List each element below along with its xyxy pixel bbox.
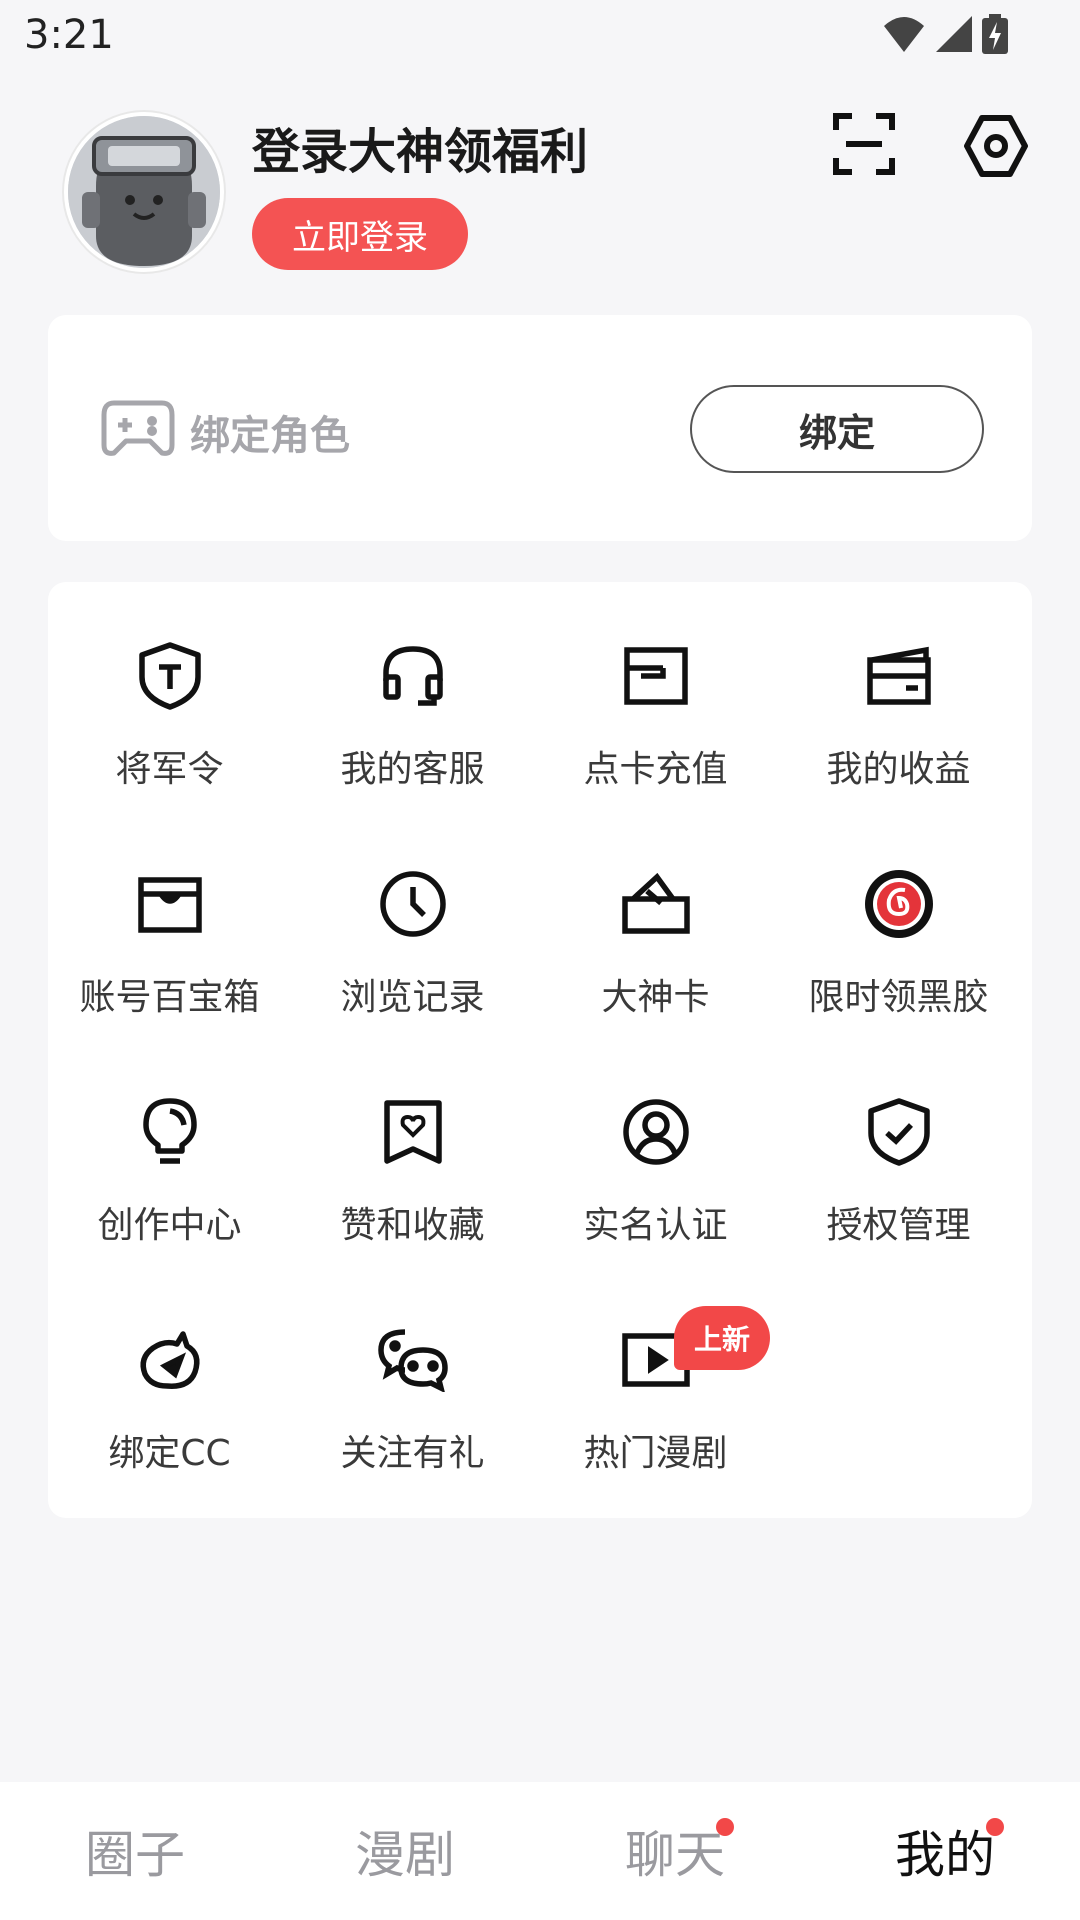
avatar[interactable] xyxy=(64,112,224,272)
menu-label: 账号百宝箱 xyxy=(79,977,260,1018)
menu-item-my-earnings[interactable]: 我的收益 xyxy=(777,638,1020,866)
menu-item-hot-comic-drama[interactable]: 上新 热门漫剧 xyxy=(534,1306,777,1550)
signal-icon xyxy=(936,16,972,52)
status-bar: 3:21 xyxy=(0,0,1080,74)
card-ticket-icon xyxy=(621,873,690,934)
tab-label: 聊天 xyxy=(625,1826,725,1884)
menu-label: 赞和收藏 xyxy=(340,1205,485,1246)
bind-role-label: 绑定角色 xyxy=(190,413,350,459)
menu-label: 绑定CC xyxy=(108,1433,231,1474)
menu-item-authorization-management[interactable]: 授权管理 xyxy=(777,1094,1020,1322)
tab-circle[interactable]: 圈子 xyxy=(0,1782,270,1920)
unread-dot xyxy=(716,1818,734,1836)
tab-label: 我的 xyxy=(895,1826,995,1884)
menu-card: 将军令 我的客服 点卡充值 我的收益 账号百宝箱 浏览记录 大神卡 限时领黑胶 … xyxy=(48,582,1032,1518)
menu-label: 关注有礼 xyxy=(340,1433,485,1474)
user-circle-icon xyxy=(622,1099,689,1165)
shield-check-icon xyxy=(867,1098,930,1166)
menu-item-bind-cc[interactable]: 绑定CC xyxy=(48,1322,291,1550)
bind-button[interactable]: 绑定 xyxy=(690,385,984,473)
robot-avatar-icon xyxy=(68,116,220,268)
cc-bird-icon xyxy=(140,1331,199,1389)
menu-label: 实名认证 xyxy=(583,1205,728,1246)
menu-item-creator-center[interactable]: 创作中心 xyxy=(48,1094,291,1322)
menu-label: 浏览记录 xyxy=(340,977,485,1018)
menu-label: 大神卡 xyxy=(601,977,710,1018)
gamepad-icon xyxy=(101,400,175,456)
bookmark-heart-icon xyxy=(383,1100,442,1164)
menu-label: 点卡充值 xyxy=(583,749,728,790)
clock-icon xyxy=(379,871,446,937)
menu-item-follow-gift[interactable]: 关注有礼 xyxy=(291,1322,534,1550)
menu-item-likes-favorites[interactable]: 赞和收藏 xyxy=(291,1094,534,1322)
menu-item-browse-history[interactable]: 浏览记录 xyxy=(291,866,534,1094)
login-title: 登录大神领福利 xyxy=(252,124,589,180)
tab-label: 漫剧 xyxy=(355,1826,455,1884)
status-icons xyxy=(882,14,1008,54)
new-badge: 上新 xyxy=(674,1306,771,1370)
menu-label: 我的客服 xyxy=(340,749,485,790)
menu-label: 创作中心 xyxy=(97,1205,242,1246)
menu-item-real-name-verification[interactable]: 实名认证 xyxy=(534,1094,777,1322)
tab-chat[interactable]: 聊天 xyxy=(540,1782,810,1920)
tab-label: 圈子 xyxy=(85,1826,185,1884)
menu-label: 授权管理 xyxy=(826,1205,971,1246)
card-recharge-icon xyxy=(623,647,688,705)
menu-item-dashen-card[interactable]: 大神卡 xyxy=(534,866,777,1094)
unread-dot xyxy=(986,1818,1004,1836)
tab-mine[interactable]: 我的 xyxy=(810,1782,1080,1920)
netease-music-icon xyxy=(864,870,933,938)
shield-t-icon xyxy=(138,642,201,710)
scan-icon xyxy=(833,113,895,175)
wechat-icon xyxy=(377,1329,448,1392)
battery-icon xyxy=(982,14,1008,54)
wifi-icon xyxy=(884,17,924,52)
menu-item-vinyl[interactable]: 限时领黑胶 xyxy=(777,866,1020,1094)
settings-button[interactable] xyxy=(962,112,1030,180)
menu-item-customer-service[interactable]: 我的客服 xyxy=(291,638,534,866)
bind-role-card: 绑定角色 绑定 xyxy=(48,315,1032,541)
menu-label: 热门漫剧 xyxy=(583,1433,728,1474)
headset-icon xyxy=(382,646,443,706)
wallet-icon xyxy=(866,646,931,705)
scan-button[interactable] xyxy=(832,112,896,176)
menu-item-card-recharge[interactable]: 点卡充值 xyxy=(534,638,777,866)
menu-label: 限时领黑胶 xyxy=(808,977,989,1018)
menu-grid: 将军令 我的客服 点卡充值 我的收益 账号百宝箱 浏览记录 大神卡 限时领黑胶 … xyxy=(48,638,1032,1550)
login-button[interactable]: 立即登录 xyxy=(252,198,468,270)
lightbulb-icon xyxy=(142,1098,197,1164)
menu-label: 将军令 xyxy=(115,749,224,790)
menu-item-general-token[interactable]: 将军令 xyxy=(48,638,291,866)
status-time: 3:21 xyxy=(24,12,114,58)
gear-icon xyxy=(964,115,1028,177)
treasure-box-icon xyxy=(137,877,202,933)
tab-comic-drama[interactable]: 漫剧 xyxy=(270,1782,540,1920)
bottom-nav: 圈子 漫剧 聊天 我的 xyxy=(0,1782,1080,1920)
menu-label: 我的收益 xyxy=(826,749,971,790)
menu-item-account-treasure-box[interactable]: 账号百宝箱 xyxy=(48,866,291,1094)
